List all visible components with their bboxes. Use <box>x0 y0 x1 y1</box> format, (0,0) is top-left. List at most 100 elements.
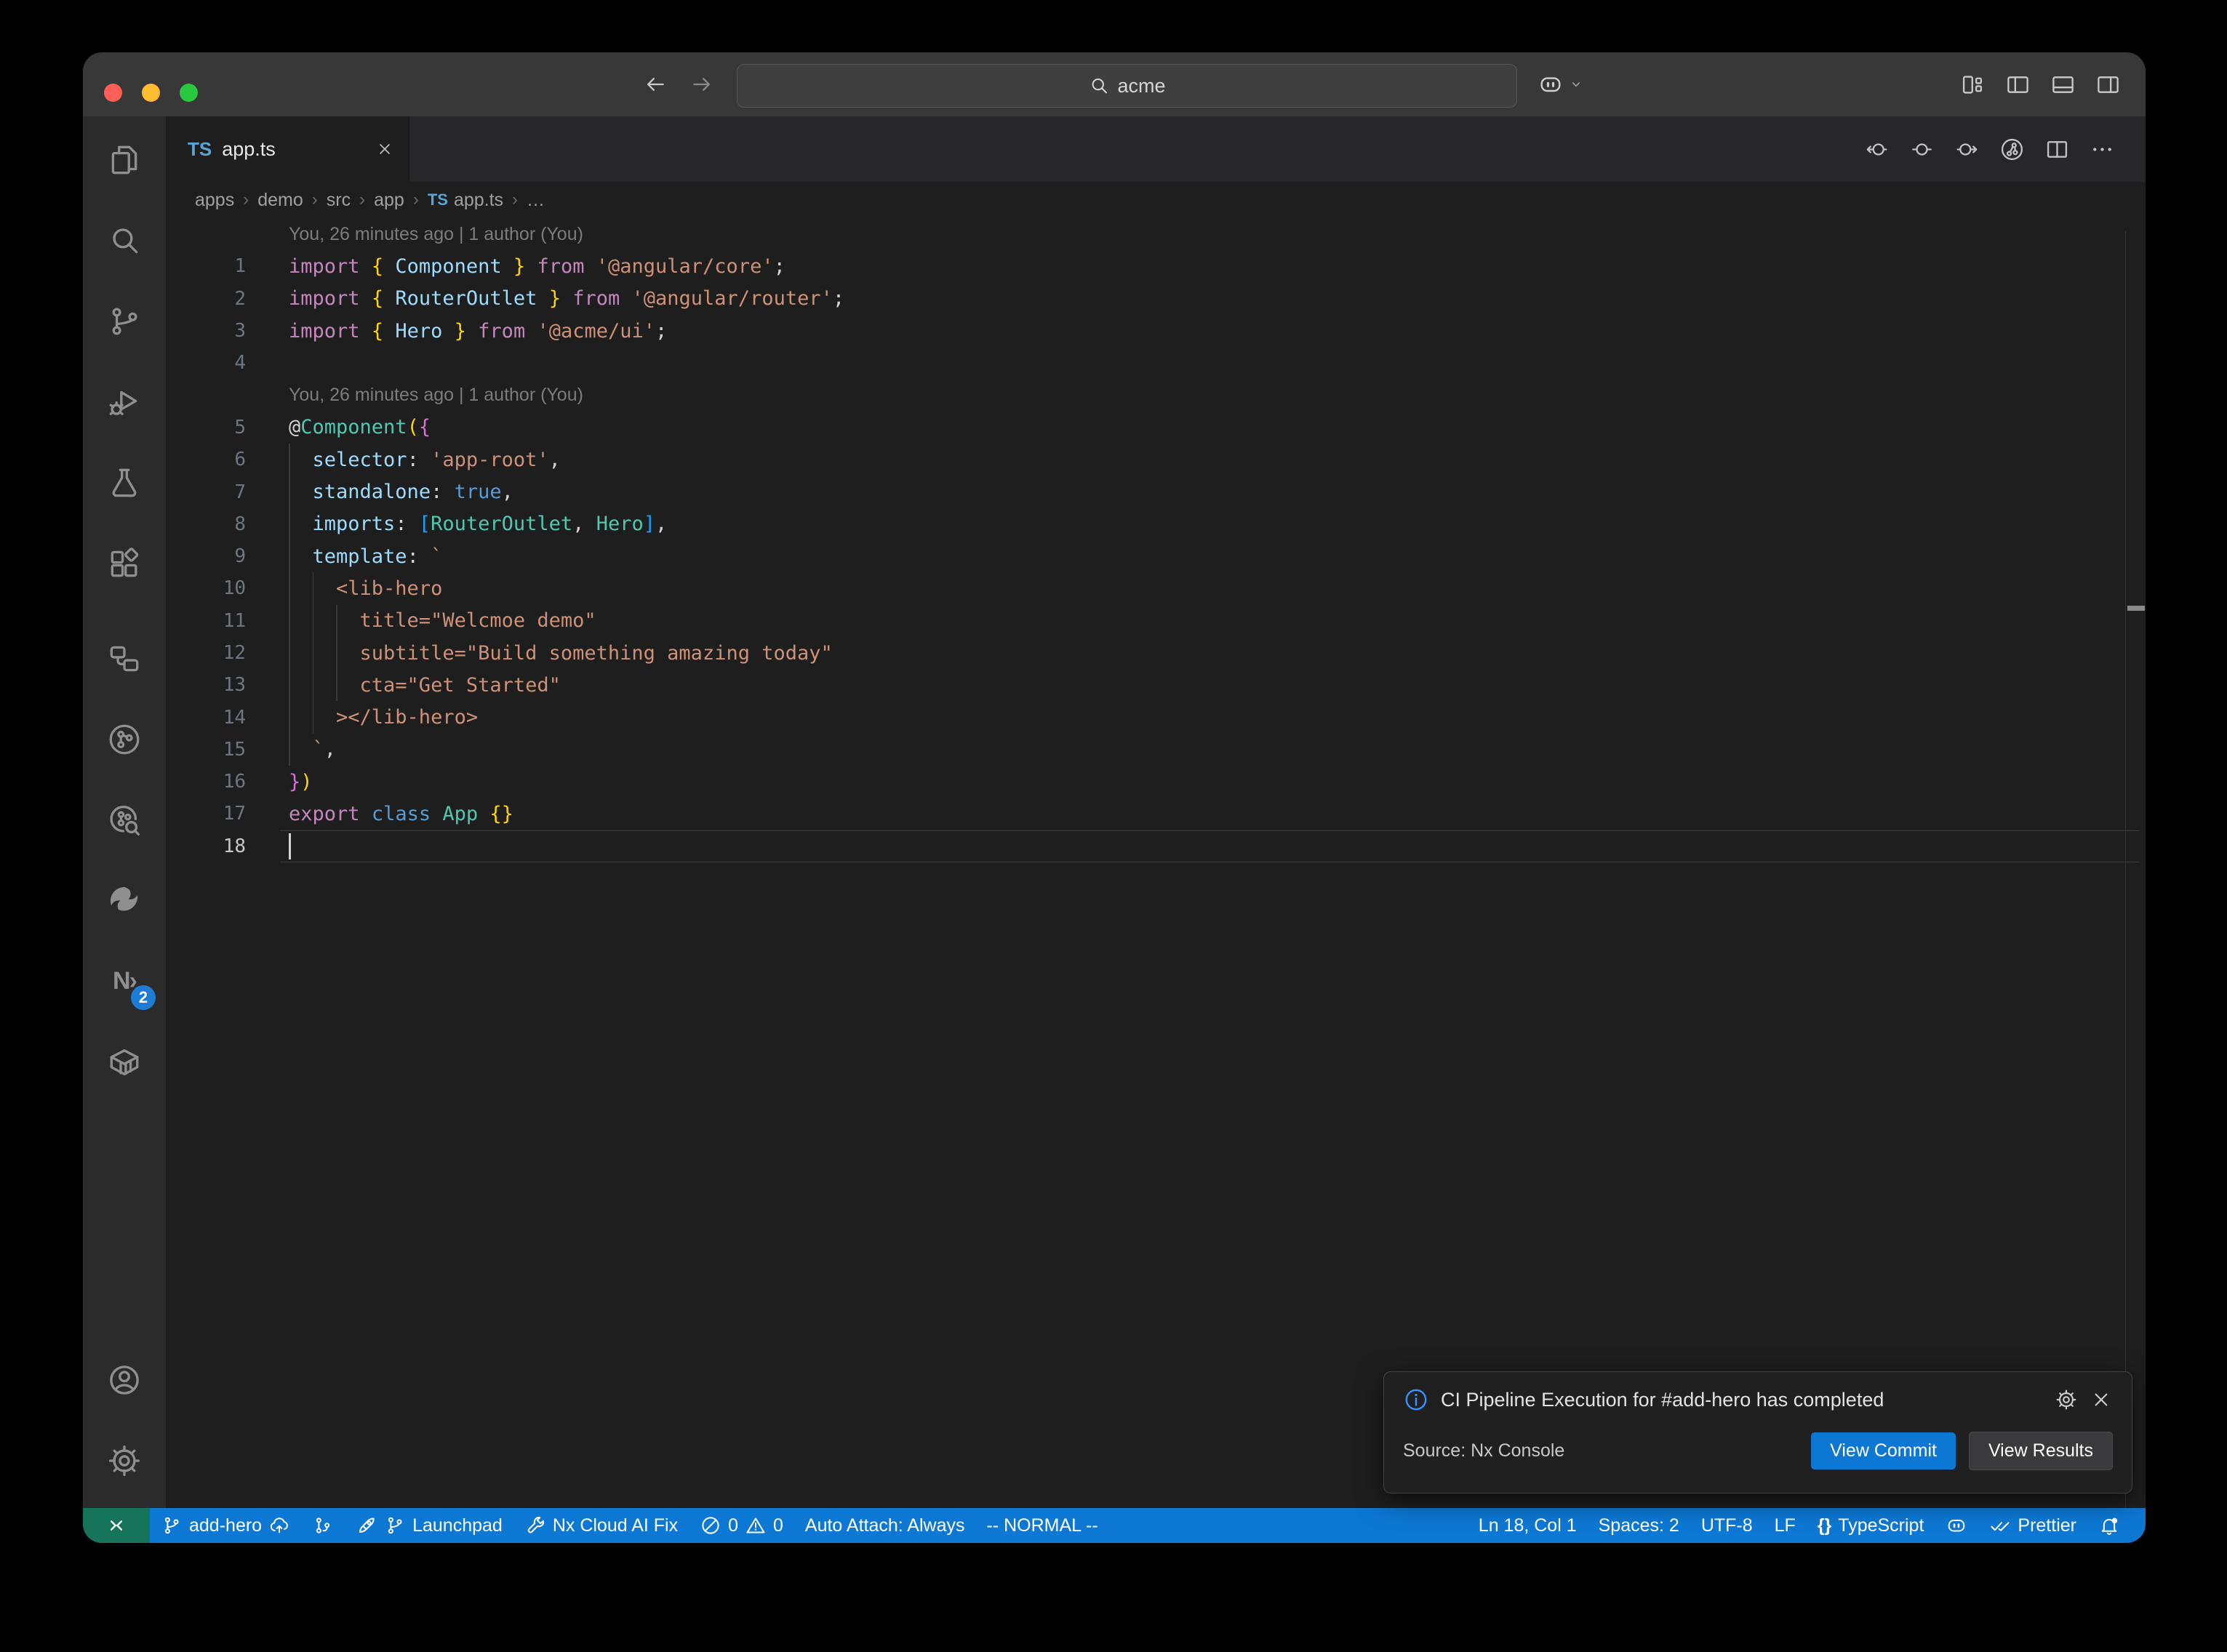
code-line-14[interactable]: 14 ></lib-hero> <box>166 701 2146 733</box>
title-bar: acme <box>83 52 2146 117</box>
close-tab-icon[interactable] <box>375 140 394 159</box>
activity-item-commit-search[interactable] <box>83 779 166 860</box>
customize-layout-button[interactable] <box>1960 72 1986 97</box>
line-number: 15 <box>166 739 256 761</box>
activity-item-containers[interactable] <box>83 1022 166 1102</box>
nav-back-button[interactable] <box>1864 137 1890 162</box>
line-number: 17 <box>166 803 256 825</box>
code-line-9[interactable]: 9 template: ` <box>166 540 2146 572</box>
minimize-window-button[interactable] <box>142 84 160 102</box>
history-back-button[interactable] <box>643 72 668 97</box>
status-vim-mode[interactable]: -- NORMAL -- <box>975 1508 1108 1543</box>
blame-annotation: You, 26 minutes ago | 1 author (You) <box>166 379 2146 411</box>
status-notifications[interactable] <box>2087 1508 2131 1543</box>
status-problems[interactable]: 00 <box>689 1508 794 1543</box>
activity-item-nx-console[interactable]: N›2 <box>83 941 166 1022</box>
code-line-10[interactable]: 10 <lib-hero <box>166 572 2146 604</box>
code-line-4[interactable]: 4 <box>166 347 2146 379</box>
nav-forward-button[interactable] <box>1954 137 1980 162</box>
close-window-button[interactable] <box>104 84 122 102</box>
run-and-debug-icon <box>106 384 143 420</box>
breadcrumb-label: app <box>374 190 404 211</box>
activity-item-extensions[interactable] <box>83 523 166 604</box>
code-line-15[interactable]: 15 `, <box>166 734 2146 766</box>
code-line-11[interactable]: 11 title="Welcmoe demo" <box>166 605 2146 637</box>
status-gitlens-launchpad[interactable]: Launchpad <box>345 1508 513 1543</box>
code-line-6[interactable]: 6 selector: 'app-root', <box>166 444 2146 476</box>
code-line-3[interactable]: 3import { Hero } from '@acme/ui'; <box>166 315 2146 347</box>
code-line-13[interactable]: 13 cta="Get Started" <box>166 669 2146 701</box>
gitlens-commit-graph-button[interactable] <box>1999 137 2025 162</box>
history-forward-button[interactable] <box>689 72 714 97</box>
braces-icon: {} <box>1818 1515 1831 1536</box>
code-line-5[interactable]: 5@Component({ <box>166 412 2146 444</box>
manage-settings-icon <box>106 1443 143 1479</box>
status-prettier[interactable]: Prettier <box>1978 1508 2087 1543</box>
nx-cloud-icon <box>106 883 143 919</box>
copilot-menu[interactable] <box>1538 52 1586 116</box>
text-cursor <box>289 833 291 859</box>
tab-app-ts[interactable]: TS app.ts <box>166 116 409 182</box>
activity-item-nx-cloud[interactable] <box>83 860 166 941</box>
view-results-button[interactable]: View Results <box>1969 1432 2113 1470</box>
toggle-secondary-sidebar-button[interactable] <box>2095 72 2121 97</box>
code-line-2[interactable]: 2import { RouterOutlet } from '@angular/… <box>166 283 2146 315</box>
code-line-7[interactable]: 7 standalone: true, <box>166 476 2146 508</box>
status-encoding[interactable]: UTF-8 <box>1690 1508 1764 1543</box>
status-indentation[interactable]: Spaces: 2 <box>1588 1508 1690 1543</box>
status-auto-attach[interactable]: Auto Attach: Always <box>794 1508 976 1543</box>
activity-item-run-and-debug[interactable] <box>83 361 166 442</box>
status-text: 0 <box>728 1515 738 1536</box>
code-line-17[interactable]: 17export class App {} <box>166 798 2146 830</box>
activity-item-search[interactable] <box>83 200 166 281</box>
activity-item-testing[interactable] <box>83 442 166 523</box>
code-text: import { Component } from '@angular/core… <box>289 255 785 278</box>
code-editor[interactable]: You, 26 minutes ago | 1 author (You) 1 imp… <box>166 218 2146 1508</box>
breadcrumb-item-apps[interactable]: apps <box>195 190 234 211</box>
activity-item-source-control[interactable] <box>83 281 166 361</box>
overview-ruler[interactable] <box>2125 231 2126 1508</box>
status-remote-window[interactable] <box>83 1508 150 1543</box>
breadcrumb-separator-icon: › <box>413 190 419 210</box>
code-line-1[interactable]: 1 import { Component } from '@angular/cor… <box>166 250 2146 282</box>
status-language-mode[interactable]: {}TypeScript <box>1807 1508 1935 1543</box>
breadcrumb-item-app.ts[interactable]: TSapp.ts <box>428 190 503 211</box>
nav-current-revision-button[interactable] <box>1909 137 1935 162</box>
notification-settings-icon[interactable] <box>2055 1388 2078 1411</box>
breadcrumb: apps›demo›src›app›TSapp.ts›… <box>166 182 2146 218</box>
activity-item-manage-settings[interactable] <box>83 1420 166 1501</box>
command-center-value: acme <box>1117 75 1165 97</box>
activity-item-explorer[interactable] <box>83 119 166 200</box>
accounts-icon <box>106 1362 143 1398</box>
status-cursor-position[interactable]: Ln 18, Col 1 <box>1468 1508 1588 1543</box>
status-copilot-status[interactable] <box>1935 1508 1978 1543</box>
command-center[interactable]: acme <box>737 64 1517 108</box>
notification-close-icon[interactable] <box>2090 1388 2113 1411</box>
indent-guide <box>289 444 290 766</box>
status-git-compare[interactable] <box>301 1508 345 1543</box>
breadcrumb-item-app[interactable]: app <box>374 190 404 211</box>
code-text: ></lib-hero> <box>289 706 478 729</box>
toggle-primary-sidebar-button[interactable] <box>2005 72 2031 97</box>
code-line-12[interactable]: 12 subtitle="Build something amazing tod… <box>166 637 2146 669</box>
more-actions-button[interactable] <box>2090 137 2115 162</box>
status-text: 0 <box>773 1515 783 1536</box>
breadcrumb-item-demo[interactable]: demo <box>257 190 303 211</box>
split-editor-button[interactable] <box>2044 137 2070 162</box>
view-commit-button[interactable]: View Commit <box>1811 1432 1956 1469</box>
status-nx-cloud-ai-fix[interactable]: Nx Cloud AI Fix <box>513 1508 689 1543</box>
line-number: 1 <box>166 255 256 277</box>
breadcrumb-item-src[interactable]: src <box>327 190 351 211</box>
status-git-branch[interactable]: add-hero <box>150 1508 301 1543</box>
chevron-down-icon <box>1567 75 1586 94</box>
activity-item-accounts[interactable] <box>83 1339 166 1420</box>
activity-item-ci-pipeline[interactable] <box>83 699 166 779</box>
status-eol-sequence[interactable]: LF <box>1764 1508 1807 1543</box>
zoom-window-button[interactable] <box>180 84 198 102</box>
toggle-panel-button[interactable] <box>2050 72 2076 97</box>
activity-item-project-structure[interactable] <box>83 618 166 699</box>
breadcrumb-item-[interactable]: … <box>527 190 545 211</box>
line-number: 13 <box>166 674 256 696</box>
code-line-16[interactable]: 16}) <box>166 766 2146 798</box>
code-line-8[interactable]: 8 imports: [RouterOutlet, Hero], <box>166 508 2146 540</box>
